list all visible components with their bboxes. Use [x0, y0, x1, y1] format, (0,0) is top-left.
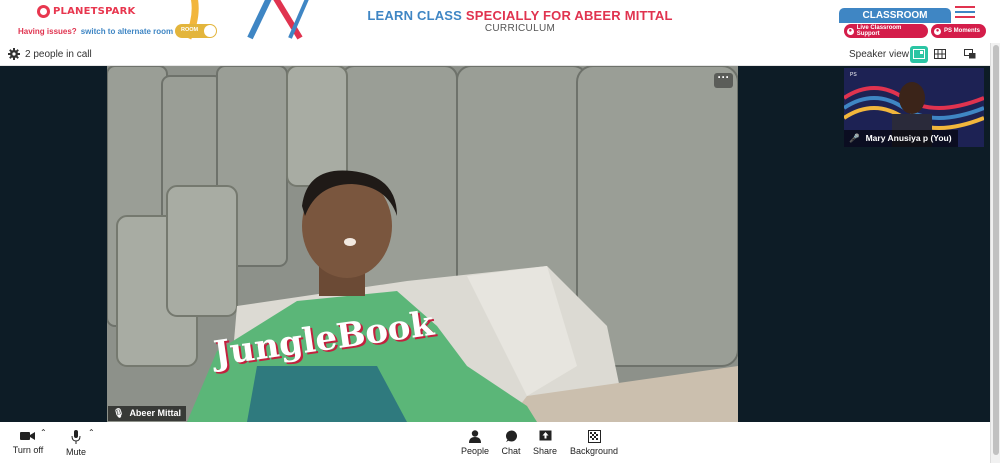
- support-label: Live Classroom Support: [856, 25, 902, 37]
- people-label: People: [460, 446, 490, 456]
- grid-view-icon: [934, 49, 946, 59]
- mic-muted-icon: 🎙: [113, 408, 125, 418]
- chat-button[interactable]: Chat: [498, 430, 524, 456]
- menu-icon[interactable]: [955, 6, 975, 18]
- people-button[interactable]: People: [458, 430, 492, 456]
- background-button[interactable]: Background: [566, 430, 622, 456]
- video-stage: JungleBook ··· 🎙 Abeer Mittal PS 🎤 Mary …: [0, 66, 990, 422]
- main-participant-video[interactable]: JungleBook: [107, 66, 738, 422]
- brand-name: PLANETSPARK: [53, 6, 136, 17]
- planetspark-logo[interactable]: PLANETSPARK: [37, 5, 135, 18]
- app-window: PLANETSPARK LEARN CLASS SPECIALLY FOR AB…: [0, 0, 1000, 463]
- alternate-room-toggle[interactable]: ROOM: [175, 24, 217, 38]
- toggle-knob: [204, 25, 216, 37]
- people-icon: [469, 430, 481, 443]
- chat-icon: [505, 430, 517, 442]
- share-label: Share: [532, 446, 558, 456]
- mute-button[interactable]: Mute: [62, 430, 90, 457]
- picture-in-picture-icon: [964, 49, 976, 59]
- classroom-tab[interactable]: CLASSROOM: [839, 8, 951, 23]
- live-classroom-support-button[interactable]: ● Live Classroom Support: [844, 24, 928, 38]
- support-icon: ●: [847, 27, 854, 35]
- toggle-label: ROOM: [181, 27, 199, 33]
- view-mode-label: Speaker view: [849, 49, 910, 60]
- meeting-controls: Turn off ⌃ Mute ⌃ People Chat Share Back…: [0, 422, 990, 463]
- share-button[interactable]: Share: [530, 430, 560, 456]
- video-more-options-button[interactable]: ···: [714, 71, 733, 88]
- background-label: Background: [569, 446, 619, 456]
- share-screen-icon: [539, 430, 551, 441]
- participant-name-tag: 🎙 Abeer Mittal: [108, 406, 186, 421]
- page-title: LEARN CLASS SPECIALLY FOR ABEER MITTAL: [300, 8, 740, 23]
- self-mic-icon: 🎤: [849, 133, 860, 143]
- people-in-call-count: 2 people in call: [25, 49, 92, 60]
- speaker-view-icon: [913, 49, 925, 59]
- issues-question: Having issues?: [18, 27, 77, 36]
- audio-options-chevron-icon[interactable]: ⌃: [88, 428, 95, 437]
- participant-name: Abeer Mittal: [129, 408, 181, 418]
- settings-gear-icon[interactable]: [8, 48, 20, 60]
- planet-logo-icon: [37, 5, 50, 18]
- picture-in-picture-button[interactable]: [961, 46, 979, 63]
- chat-label: Chat: [501, 446, 521, 456]
- title-highlight: SPECIALLY FOR ABEER MITTAL: [465, 8, 673, 23]
- page-scrollbar[interactable]: [990, 43, 1000, 463]
- ps-moments-button[interactable]: ● PS Moments: [931, 24, 986, 38]
- title-prefix: LEARN CLASS: [367, 8, 466, 23]
- page-subtitle: CURRICULUM: [484, 23, 556, 34]
- speaker-view-button[interactable]: [910, 46, 928, 63]
- issues-notice: Having issues? switch to alternate room: [18, 27, 173, 36]
- video-options-chevron-icon[interactable]: ⌃: [40, 428, 47, 437]
- mute-label: Mute: [65, 447, 86, 457]
- video-camera-icon: [20, 432, 35, 440]
- top-header: PLANETSPARK LEARN CLASS SPECIALLY FOR AB…: [0, 0, 1000, 42]
- participant-video-frame: [107, 66, 738, 422]
- moments-icon: ●: [934, 27, 941, 35]
- grid-view-button[interactable]: [931, 46, 949, 63]
- alternate-room-link[interactable]: switch to alternate room: [81, 27, 173, 36]
- background-icon: [587, 430, 601, 443]
- microphone-icon: [71, 430, 81, 444]
- self-name-tag: 🎤 Mary Anusiya p (You): [844, 130, 958, 147]
- self-participant-name: Mary Anusiya p (You): [865, 133, 952, 143]
- svg-text:PS: PS: [850, 72, 857, 78]
- call-toolbar: 2 people in call Speaker view: [0, 43, 990, 66]
- moments-label: PS Moments: [944, 28, 981, 34]
- scrollbar-thumb[interactable]: [993, 45, 999, 455]
- turn-off-label: Turn off: [12, 445, 44, 455]
